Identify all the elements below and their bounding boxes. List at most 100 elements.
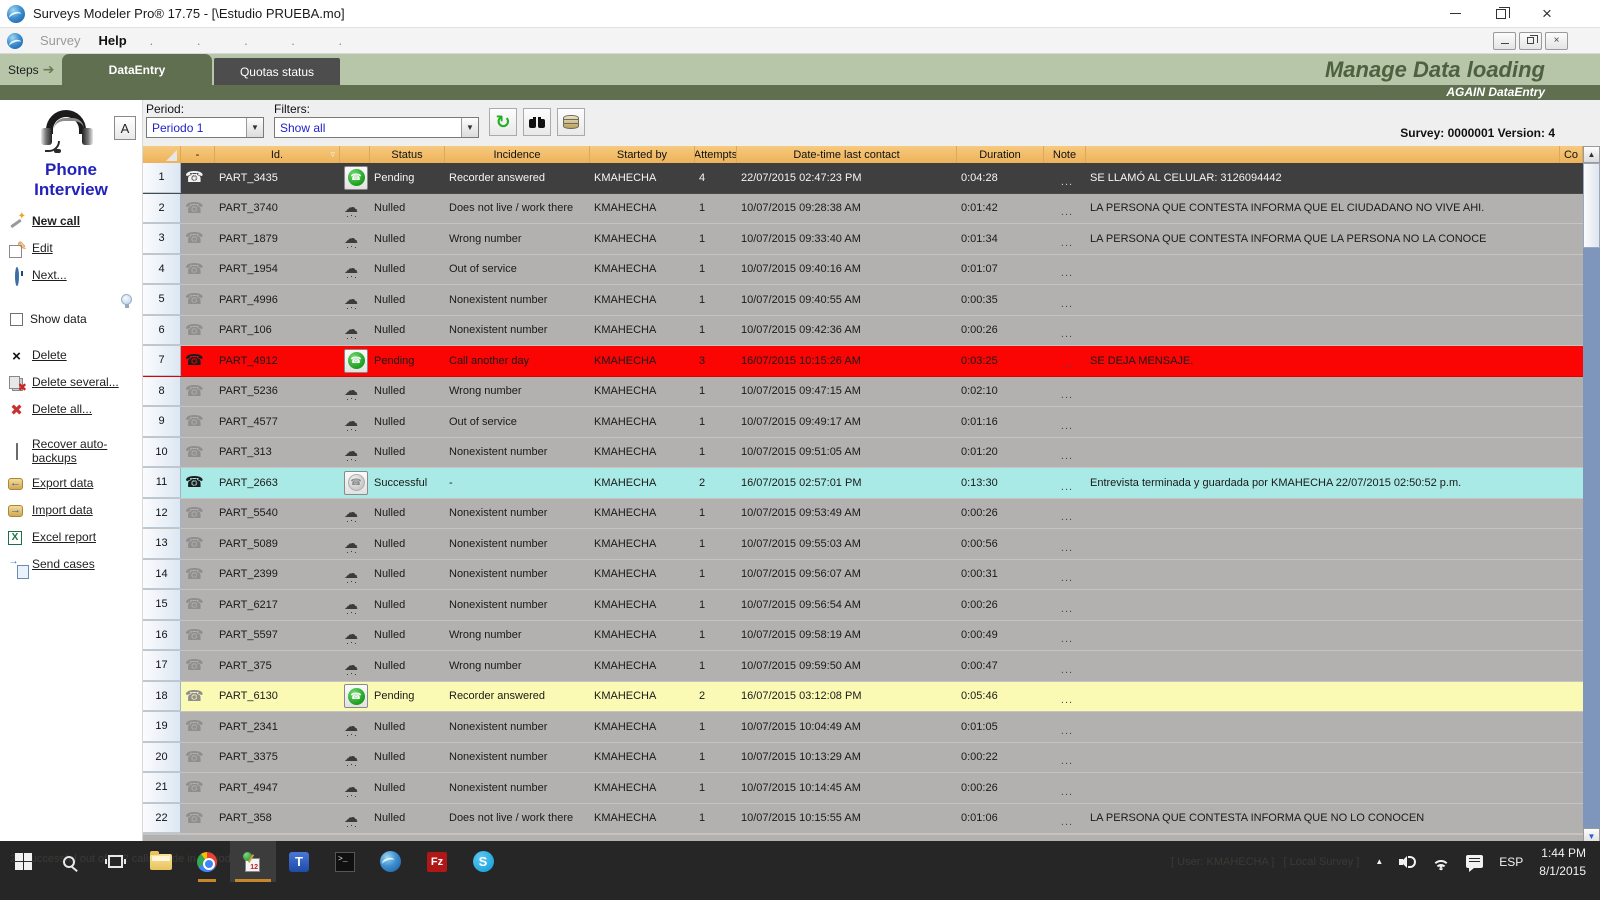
sidebar-item-new-call[interactable]: New call [8, 213, 142, 231]
search-button[interactable] [46, 841, 92, 882]
note-ellipsis-button[interactable]: ... [1061, 359, 1073, 371]
file-explorer-button[interactable] [138, 841, 184, 882]
note-ellipsis-button[interactable]: ... [1061, 786, 1073, 798]
column-header-phone[interactable]: - [181, 146, 215, 163]
delete-link[interactable]: Delete [32, 349, 67, 363]
sidebar-item-delete-all[interactable]: ✖ Delete all... [8, 401, 142, 419]
note-ellipsis-button[interactable]: ... [1061, 206, 1073, 218]
chrome-button[interactable] [184, 841, 230, 882]
notifications-icon[interactable] [1466, 855, 1483, 868]
skype-button[interactable]: S [460, 841, 506, 882]
export-data-link[interactable]: Export data [32, 477, 93, 491]
table-row[interactable]: 3☎PART_1879☁NulledWrong numberKMAHECHA11… [143, 224, 1583, 255]
tab-dataentry[interactable]: DataEntry [62, 54, 212, 85]
note-ellipsis-button[interactable]: ... [1061, 481, 1073, 493]
filezilla-button[interactable]: Fz [414, 841, 460, 882]
note-ellipsis-button[interactable]: ... [1061, 816, 1073, 828]
table-row[interactable]: 22☎PART_358☁NulledDoes not live / work t… [143, 804, 1583, 835]
find-button[interactable] [523, 108, 551, 136]
column-header-duration[interactable]: Duration [957, 146, 1044, 163]
note-ellipsis-button[interactable]: ... [1061, 267, 1073, 279]
note-ellipsis-button[interactable]: ... [1061, 420, 1073, 432]
note-ellipsis-button[interactable]: ... [1061, 755, 1073, 767]
new-call-link[interactable]: New call [32, 215, 80, 229]
taskbar-clock[interactable]: 1:44 PM 8/1/2015 [1539, 844, 1586, 880]
table-row[interactable]: 2☎PART_3740☁NulledDoes not live / work t… [143, 194, 1583, 225]
sidebar-item-delete-several[interactable]: Delete several... [8, 374, 142, 392]
table-row[interactable]: 13☎PART_5089☁NulledNonexistent numberKMA… [143, 529, 1583, 560]
note-ellipsis-button[interactable]: ... [1061, 633, 1073, 645]
sidebar-item-import-data[interactable]: → Import data [8, 502, 142, 520]
vertical-scrollbar[interactable]: ▲ ▼ [1583, 146, 1600, 845]
note-ellipsis-button[interactable]: ... [1061, 389, 1073, 401]
child-restore-button[interactable] [1519, 32, 1542, 50]
note-ellipsis-button[interactable]: ... [1061, 298, 1073, 310]
menu-help[interactable]: Help [89, 33, 135, 48]
restore-button[interactable] [1478, 0, 1524, 28]
font-size-button[interactable]: A [114, 116, 136, 140]
table-row[interactable]: 7☎PART_4912☎PendingCall another dayKMAHE… [143, 346, 1583, 377]
filters-dropdown[interactable]: Show all ▼ [274, 117, 479, 138]
table-row[interactable]: 6☎PART_106☁NulledNonexistent numberKMAHE… [143, 316, 1583, 347]
table-row[interactable]: 21☎PART_4947☁NulledNonexistent numberKMA… [143, 773, 1583, 804]
table-row[interactable]: 4☎PART_1954☁NulledOut of serviceKMAHECHA… [143, 255, 1583, 286]
table-row[interactable]: 8☎PART_5236☁NulledWrong numberKMAHECHA11… [143, 377, 1583, 408]
next-link[interactable]: Next... [32, 269, 67, 283]
note-ellipsis-button[interactable]: ... [1061, 542, 1073, 554]
column-header-started[interactable]: Started by [590, 146, 695, 163]
note-ellipsis-button[interactable]: ... [1061, 176, 1073, 188]
language-indicator[interactable]: ESP [1499, 855, 1523, 869]
teamviewer-button[interactable]: T [276, 841, 322, 882]
column-header-note[interactable]: Note [1044, 146, 1086, 163]
call-button[interactable]: ☎ [344, 349, 368, 373]
task-view-button[interactable] [92, 841, 138, 882]
dialer-app-button[interactable] [230, 841, 276, 882]
start-button[interactable] [0, 841, 46, 882]
delete-several-link[interactable]: Delete several... [32, 376, 119, 390]
table-row[interactable]: 12☎PART_5540☁NulledNonexistent numberKMA… [143, 499, 1583, 530]
edit-link[interactable]: Edit [32, 242, 53, 256]
column-header-id[interactable]: Id.▿ [215, 146, 340, 163]
period-dropdown[interactable]: Periodo 1 ▼ [146, 117, 264, 138]
refresh-button[interactable]: ↻ [489, 108, 517, 136]
column-header-btn[interactable] [340, 146, 370, 163]
import-data-link[interactable]: Import data [32, 504, 93, 518]
table-row[interactable]: 17☎PART_375☁NulledWrong numberKMAHECHA11… [143, 651, 1583, 682]
data-source-button[interactable] [557, 108, 585, 136]
table-row[interactable]: 19☎PART_2341☁NulledNonexistent numberKMA… [143, 712, 1583, 743]
steps-button[interactable]: Steps ➔ [8, 61, 54, 78]
child-minimize-button[interactable] [1493, 32, 1516, 50]
table-row[interactable]: 16☎PART_5597☁NulledWrong numberKMAHECHA1… [143, 621, 1583, 652]
column-header-attempts[interactable]: Attempts [695, 146, 737, 163]
sidebar-item-show-data[interactable]: Show data [8, 310, 142, 328]
sidebar-item-export-data[interactable]: ← Export data [8, 475, 142, 493]
table-row[interactable]: 11☎PART_2663☎Successful-KMAHECHA216/07/2… [143, 468, 1583, 499]
sidebar-item-delete[interactable]: × Delete [8, 347, 142, 365]
close-button[interactable]: × [1524, 0, 1570, 28]
column-header-notetext[interactable] [1086, 146, 1560, 163]
call-button[interactable]: ☎ [344, 166, 368, 190]
note-ellipsis-button[interactable]: ... [1061, 694, 1073, 706]
sidebar-item-excel-report[interactable]: X Excel report [8, 529, 142, 547]
surveys-modeler-button[interactable] [368, 841, 414, 882]
tab-quotas-status[interactable]: Quotas status [214, 58, 340, 85]
scroll-up-button[interactable]: ▲ [1583, 146, 1600, 163]
column-header-datetime[interactable]: Date-time last contact [737, 146, 957, 163]
note-ellipsis-button[interactable]: ... [1061, 725, 1073, 737]
view-call-button[interactable]: ☎ [344, 471, 368, 495]
scrollbar-thumb[interactable] [1583, 163, 1600, 248]
chevron-down-icon[interactable]: ▼ [246, 118, 263, 137]
table-row[interactable]: 15☎PART_6217☁NulledNonexistent numberKMA… [143, 590, 1583, 621]
note-ellipsis-button[interactable]: ... [1061, 511, 1073, 523]
hidden-icons-button[interactable]: ▲ [1375, 857, 1383, 866]
show-data-checkbox[interactable] [10, 313, 23, 326]
table-row[interactable]: 5☎PART_4996☁NulledNonexistent numberKMAH… [143, 285, 1583, 316]
wifi-icon[interactable] [1432, 855, 1450, 868]
note-ellipsis-button[interactable]: ... [1061, 572, 1073, 584]
send-cases-link[interactable]: Send cases [32, 558, 95, 572]
command-prompt-button[interactable]: >_ [322, 841, 368, 882]
sidebar-item-recover-backups[interactable]: Recover auto-backups [8, 438, 142, 466]
chevron-down-icon[interactable]: ▼ [461, 118, 478, 137]
table-row[interactable]: 20☎PART_3375☁NulledNonexistent numberKMA… [143, 743, 1583, 774]
note-ellipsis-button[interactable]: ... [1061, 664, 1073, 676]
